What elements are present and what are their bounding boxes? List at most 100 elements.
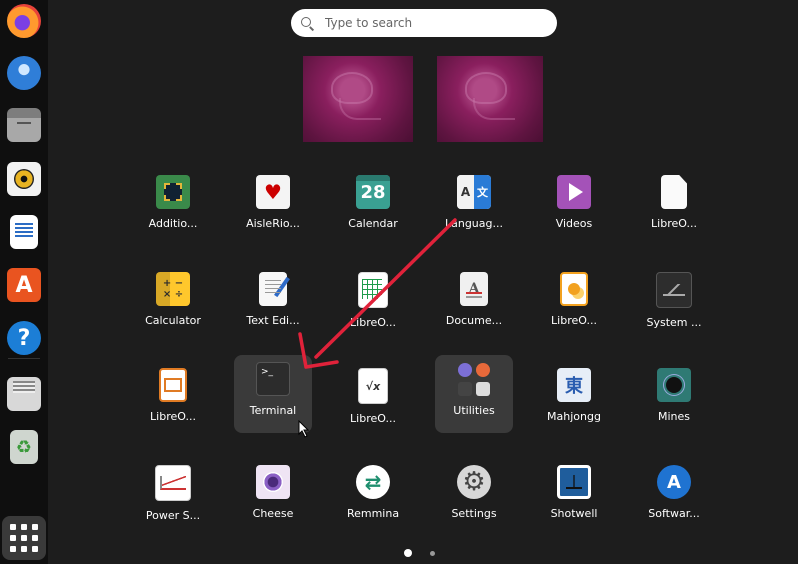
app-label: Languag... (444, 217, 503, 230)
app-remmina[interactable]: Remmina (334, 458, 412, 536)
search-icon (301, 17, 313, 29)
app-label: Softwar... (648, 507, 700, 520)
help-icon: ? (7, 321, 41, 355)
text-editor-icon (259, 272, 287, 306)
app-label: Additio... (148, 217, 198, 230)
app-libreoffice-impress[interactable]: LibreO... (134, 361, 212, 439)
app-cheese[interactable]: Cheese (234, 458, 312, 536)
thunderbird-icon (7, 56, 41, 90)
workspace-thumbnail-1[interactable] (303, 56, 413, 142)
dock-save[interactable] (5, 375, 43, 413)
mahjongg-icon: 東 (557, 368, 591, 402)
rhythmbox-icon (7, 162, 41, 196)
app-libreoffice-draw[interactable]: LibreO... (535, 265, 613, 343)
app-aisleriot[interactable]: ♥ AisleRio... (234, 168, 312, 246)
app-label: LibreO... (150, 410, 196, 423)
show-apps-button[interactable] (2, 516, 46, 560)
app-software[interactable]: A Softwar... (635, 458, 713, 536)
dock-firefox[interactable] (5, 2, 43, 40)
save-icon (7, 377, 41, 411)
app-label: Mahjongg (547, 410, 601, 423)
libreoffice-draw-icon (560, 272, 588, 306)
shotwell-icon (557, 465, 591, 499)
calculator-icon (156, 272, 190, 306)
app-label: LibreO... (651, 217, 697, 230)
trash-icon: ♻ (10, 430, 38, 464)
remmina-icon (356, 465, 390, 499)
document-viewer-icon: A (460, 272, 488, 306)
files-icon (7, 108, 41, 142)
app-label: Text Edi... (246, 314, 300, 327)
app-system-monitor[interactable]: System ... (635, 265, 713, 343)
app-libreoffice-math[interactable]: √x LibreO... (334, 361, 412, 439)
app-additional-drivers[interactable]: Additio... (134, 168, 212, 246)
libreoffice-impress-icon (159, 368, 187, 402)
app-label: Settings (451, 507, 497, 520)
app-document-viewer[interactable]: A Docume... (435, 265, 513, 343)
dock-thunderbird[interactable] (5, 54, 43, 92)
mines-icon (657, 368, 691, 402)
dock-writer[interactable] (5, 213, 43, 251)
app-videos[interactable]: Videos (535, 168, 613, 246)
videos-play-icon (557, 175, 591, 209)
app-mahjongg[interactable]: 東 Mahjongg (535, 361, 613, 439)
mouse-cursor-icon (298, 420, 310, 438)
app-label: Shotwell (550, 507, 598, 520)
firefox-icon (7, 4, 41, 38)
page-dot-2[interactable] (430, 550, 435, 556)
app-label: LibreO... (350, 412, 396, 425)
page-indicator (404, 549, 435, 557)
app-settings[interactable]: Settings (435, 458, 513, 536)
libreoffice-document-icon (661, 175, 687, 209)
app-label: Videos (555, 217, 593, 230)
app-language-support[interactable]: A 文 Languag... (435, 168, 513, 246)
page-dot-active[interactable] (404, 549, 412, 557)
app-libreoffice[interactable]: LibreO... (635, 168, 713, 246)
app-label: Remmina (346, 507, 400, 520)
dock-files[interactable] (5, 106, 43, 144)
terminal-icon: >_ (256, 362, 290, 396)
app-label: Terminal (249, 404, 297, 417)
app-center-icon: A (7, 268, 41, 302)
system-monitor-icon (656, 272, 692, 308)
app-shotwell[interactable]: Shotwell (535, 458, 613, 536)
app-label: Calendar (348, 217, 398, 230)
search-box[interactable] (291, 9, 557, 37)
app-label: System ... (646, 316, 702, 329)
app-utilities-folder[interactable]: Utilities (435, 355, 513, 433)
app-label: Docume... (445, 314, 503, 327)
dock: A ? ♻ (0, 0, 48, 564)
dock-trash[interactable]: ♻ (5, 428, 43, 466)
app-libreoffice-calc[interactable]: LibreO... (334, 265, 412, 343)
libreoffice-writer-icon (10, 215, 38, 249)
app-label: AisleRio... (246, 217, 300, 230)
power-statistics-icon (155, 465, 191, 501)
utilities-folder-icon (457, 362, 491, 396)
cheese-icon (256, 465, 290, 499)
workspace-thumbnail-2[interactable] (437, 56, 543, 142)
dock-separator (8, 358, 40, 359)
app-calculator[interactable]: Calculator (134, 265, 212, 343)
software-store-icon: A (657, 465, 691, 499)
additional-drivers-icon (156, 175, 190, 209)
app-power-statistics[interactable]: Power S... (134, 458, 212, 536)
settings-gear-icon (457, 465, 491, 499)
app-label: LibreO... (350, 316, 396, 329)
app-calendar[interactable]: 28 Calendar (334, 168, 412, 246)
app-label: Mines (657, 410, 691, 423)
aisleriot-cards-icon: ♥ (256, 175, 290, 209)
app-mines[interactable]: Mines (635, 361, 713, 439)
dock-help[interactable]: ? (5, 319, 43, 357)
app-label: Cheese (252, 507, 294, 520)
libreoffice-calc-icon (358, 272, 388, 308)
language-support-icon: A文 (457, 175, 491, 209)
app-label: LibreO... (551, 314, 597, 327)
dock-app-center[interactable]: A (5, 266, 43, 304)
search-input[interactable] (323, 15, 527, 31)
dock-rhythmbox[interactable] (5, 160, 43, 198)
app-text-editor[interactable]: Text Edi... (234, 265, 312, 343)
app-label: Power S... (145, 509, 201, 522)
calendar-icon: 28 (356, 175, 390, 209)
app-label: Calculator (145, 314, 201, 327)
app-label: Utilities (453, 404, 495, 417)
